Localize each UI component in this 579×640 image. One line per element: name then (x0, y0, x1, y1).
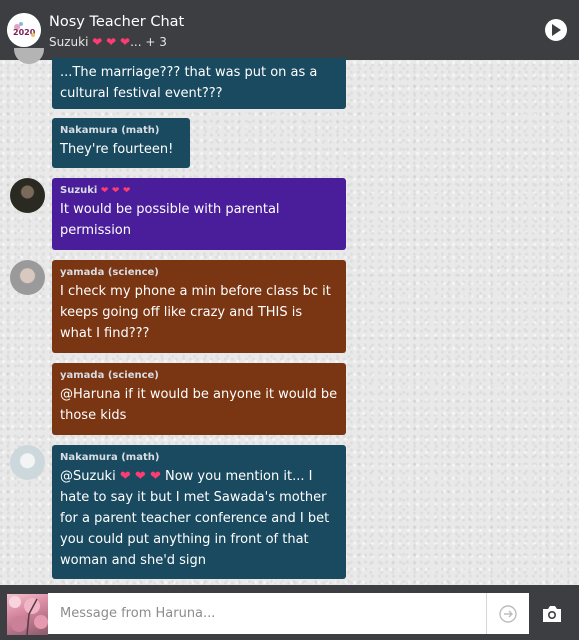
heart-icon: ❤ (111, 186, 120, 196)
blossom-image (9, 596, 48, 635)
chat-members: Suzuki ❤ ❤ ❤... + 3 (49, 35, 167, 49)
heart-icon: ❤ (106, 35, 117, 49)
sender-name: yamada (science) (60, 370, 159, 381)
message-bubble[interactable]: Nakamura (math) @Suzuki ❤ ❤ ❤ Now you me… (52, 445, 346, 579)
mention[interactable]: @Suzuki (60, 469, 116, 484)
group-avatar[interactable]: 2020 (7, 13, 41, 47)
chat-header: 2020 Nosy Teacher Chat Suzuki ❤ ❤ ❤... +… (0, 0, 579, 60)
send-icon (499, 604, 517, 623)
message-text: ...The marriage??? that was put on as a … (60, 65, 318, 101)
heart-icon: ❤ (122, 186, 131, 196)
message-bubble[interactable]: yamada (science) @Haruna if it would be … (52, 363, 346, 435)
heart-icon: ❤ (100, 186, 109, 196)
message-bubble[interactable]: yamada (science) I check my phone a min … (52, 260, 346, 353)
camera-icon (543, 606, 561, 622)
camera-button[interactable] (541, 604, 563, 624)
avatar[interactable] (10, 445, 45, 480)
sender-name: Nakamura (math) (60, 125, 160, 136)
message-input[interactable] (48, 593, 486, 634)
sender-name: Nakamura (math) (60, 452, 160, 463)
message-text: @Suzuki ❤ ❤ ❤ Now you mention it... I ha… (60, 466, 338, 571)
message-text: It would be possible with parental permi… (60, 202, 280, 238)
heart-icon: ❤ (149, 469, 161, 484)
message-text: @Haruna if it would be anyone it would b… (60, 387, 338, 423)
message-text: I check my phone a min before class bc i… (60, 284, 331, 341)
sender-name: yamada (science) (60, 267, 159, 278)
heart-icon: ❤ (120, 35, 131, 49)
member-name: Suzuki (49, 35, 89, 49)
message-bubble[interactable]: ...The marriage??? that was put on as a … (52, 58, 346, 109)
sender-name-line: Suzuki ❤ ❤ ❤ (60, 183, 338, 199)
message-composer (0, 585, 579, 640)
send-button[interactable] (486, 593, 529, 634)
chat-title: Nosy Teacher Chat (49, 14, 185, 30)
play-icon (552, 24, 561, 36)
heart-icon: ❤ (92, 35, 103, 49)
members-more: ... + 3 (130, 35, 167, 49)
heart-icon: ❤ (134, 469, 146, 484)
message-bubble[interactable]: Nakamura (math) They're fourteen! (52, 118, 190, 168)
message-bubble[interactable]: Suzuki ❤ ❤ ❤ It would be possible with p… (52, 178, 346, 250)
heart-icon: ❤ (119, 469, 131, 484)
group-logo-icon: 2020 (7, 13, 41, 47)
avatar[interactable] (10, 260, 45, 295)
sender-name: Suzuki (60, 185, 98, 196)
sender-avatar[interactable] (7, 594, 48, 635)
avatar[interactable] (14, 48, 44, 64)
message-text: They're fourteen! (60, 142, 174, 157)
avatar[interactable] (10, 178, 45, 213)
play-button[interactable] (545, 19, 567, 41)
